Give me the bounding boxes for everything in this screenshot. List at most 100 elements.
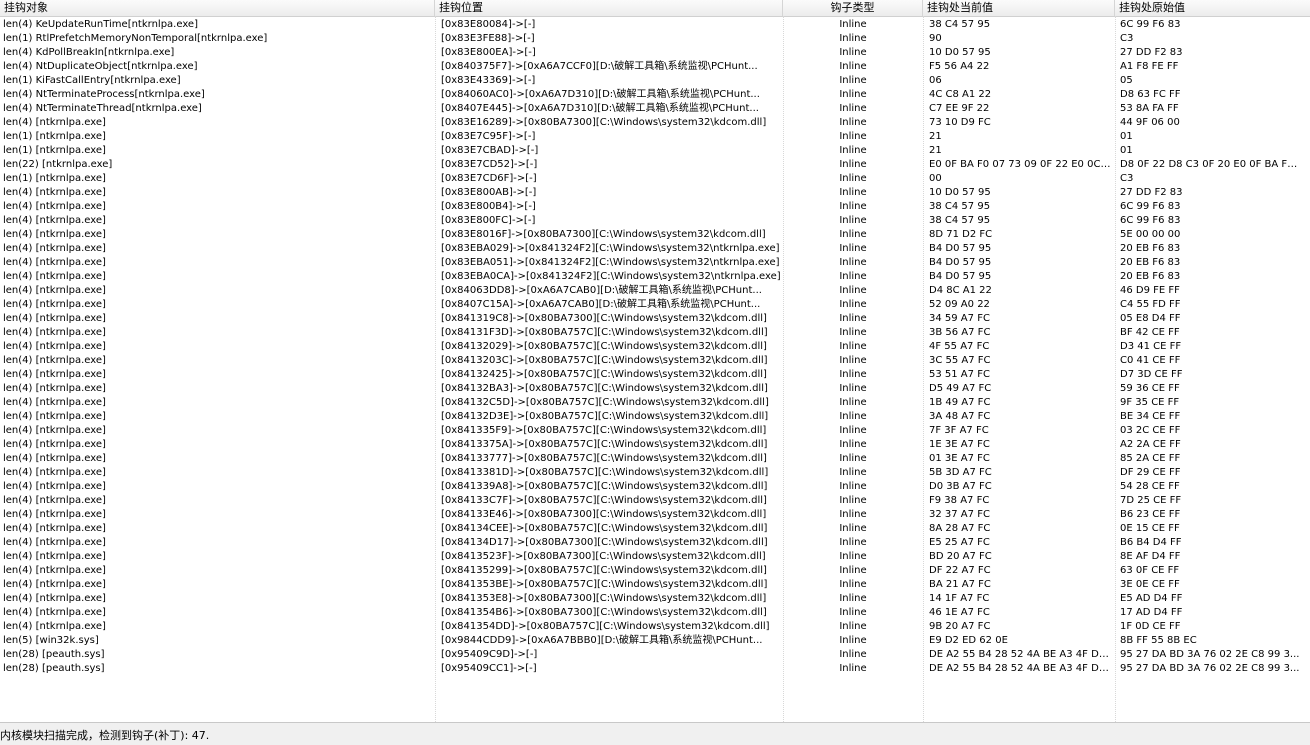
table-row[interactable]: len(4) KeUpdateRunTime[ntkrnlpa.exe] [0x8… — [0, 18, 1310, 32]
original-value-cell: C0 41 CE FF — [1120, 355, 1181, 366]
table-row[interactable]: len(4) [ntkrnlpa.exe] [0x841339A8]->[0x80… — [0, 480, 1310, 494]
hook-type-cell: Inline — [839, 75, 867, 86]
current-value-cell: 46 1E A7 FC — [929, 607, 990, 618]
hook-object-cell: len(4) [ntkrnlpa.exe] — [3, 621, 106, 632]
original-value-cell: B6 B4 D4 FF — [1120, 537, 1182, 548]
table-row[interactable]: len(4) [ntkrnlpa.exe] [0x84131F3D]->[0x80… — [0, 326, 1310, 340]
table-row[interactable]: len(4) [ntkrnlpa.exe] [0x84135299]->[0x80… — [0, 564, 1310, 578]
table-row[interactable]: len(1) [ntkrnlpa.exe] [0x83E7CBAD]->[-] In… — [0, 144, 1310, 158]
column-header-current-value[interactable]: 挂钩处当前值 — [923, 0, 1115, 16]
original-value-cell: 8E AF D4 FF — [1120, 551, 1181, 562]
column-header-hook-object[interactable]: 挂钩对象 — [0, 0, 435, 16]
table-row[interactable]: len(1) RtlPrefetchMemoryNonTemporal[ntkr… — [0, 32, 1310, 46]
hook-location-cell: [0x83E800B4]->[-] — [441, 201, 536, 212]
table-row[interactable]: len(4) KdPollBreakIn[ntkrnlpa.exe] [0x83E… — [0, 46, 1310, 60]
table-row[interactable]: len(4) [ntkrnlpa.exe] [0x841335F9]->[0x80… — [0, 424, 1310, 438]
hook-object-cell: len(4) [ntkrnlpa.exe] — [3, 117, 106, 128]
table-row[interactable]: len(4) [ntkrnlpa.exe] [0x84133C7F]->[0x80… — [0, 494, 1310, 508]
table-row[interactable]: len(4) [ntkrnlpa.exe] [0x84063DD8]->[0xA6… — [0, 284, 1310, 298]
hook-object-cell: len(4) [ntkrnlpa.exe] — [3, 509, 106, 520]
current-value-cell: DE A2 55 B4 28 52 4A BE A3 4F DB... — [929, 663, 1113, 674]
original-value-cell: BF 42 CE FF — [1120, 327, 1180, 338]
hook-object-cell: len(4) KeUpdateRunTime[ntkrnlpa.exe] — [3, 19, 198, 30]
hook-location-cell: [0x84134D17]->[0x80BA7300][C:\Windows\sy… — [441, 537, 768, 548]
table-row[interactable]: len(4) [ntkrnlpa.exe] [0x83E800FC]->[-] In… — [0, 214, 1310, 228]
table-row[interactable]: len(4) [ntkrnlpa.exe] [0x83E16289]->[0x80… — [0, 116, 1310, 130]
table-row[interactable]: len(4) NtTerminateProcess[ntkrnlpa.exe] [… — [0, 88, 1310, 102]
table-row[interactable]: len(4) [ntkrnlpa.exe] [0x83E800B4]->[-] In… — [0, 200, 1310, 214]
original-value-cell: 95 27 DA BD 3A 76 02 2E C8 99 3... — [1120, 649, 1300, 660]
table-row[interactable]: len(4) [ntkrnlpa.exe] [0x841353E8]->[0x80… — [0, 592, 1310, 606]
original-value-cell: 7D 25 CE FF — [1120, 495, 1182, 506]
hook-location-cell: [0x95409C9D]->[-] — [441, 649, 538, 660]
table-row[interactable]: len(4) [ntkrnlpa.exe] [0x8407C15A]->[0xA6… — [0, 298, 1310, 312]
hook-object-cell: len(4) [ntkrnlpa.exe] — [3, 243, 106, 254]
table-row[interactable]: len(4) [ntkrnlpa.exe] [0x8413203C]->[0x80… — [0, 354, 1310, 368]
hook-location-cell: [0x8407C15A]->[0xA6A7CAB0][D:\破解工具箱\系统监视… — [441, 299, 761, 310]
hook-object-cell: len(4) [ntkrnlpa.exe] — [3, 327, 106, 338]
table-row[interactable]: len(1) KiFastCallEntry[ntkrnlpa.exe] [0x8… — [0, 74, 1310, 88]
table-row[interactable]: len(1) [ntkrnlpa.exe] [0x83E7C95F]->[-] In… — [0, 130, 1310, 144]
table-row[interactable]: len(4) [ntkrnlpa.exe] [0x83E800AB]->[-] In… — [0, 186, 1310, 200]
table-row[interactable]: len(28) [peauth.sys] [0x95409C9D]->[-] Inl… — [0, 648, 1310, 662]
table-row[interactable]: len(4) [ntkrnlpa.exe] [0x84133E46]->[0x80… — [0, 508, 1310, 522]
table-row[interactable]: len(4) NtTerminateThread[ntkrnlpa.exe] [0… — [0, 102, 1310, 116]
table-row[interactable]: len(4) [ntkrnlpa.exe] [0x84132D3E]->[0x80… — [0, 410, 1310, 424]
table-row[interactable]: len(4) [ntkrnlpa.exe] [0x84132C5D]->[0x80… — [0, 396, 1310, 410]
current-value-cell: 9B 20 A7 FC — [929, 621, 991, 632]
current-value-cell: 7F 3F A7 FC — [929, 425, 989, 436]
table-row[interactable]: len(28) [peauth.sys] [0x95409CC1]->[-] Inl… — [0, 662, 1310, 676]
hook-location-cell: [0x841353E8]->[0x80BA7300][C:\Windows\sy… — [441, 593, 767, 604]
table-row[interactable]: len(4) [ntkrnlpa.exe] [0x83EBA029]->[0x84… — [0, 242, 1310, 256]
hook-type-cell: Inline — [839, 663, 867, 674]
hook-object-cell: len(4) [ntkrnlpa.exe] — [3, 355, 106, 366]
table-row[interactable]: len(5) [win32k.sys] [0x9844CDD9]->[0xA6A7… — [0, 634, 1310, 648]
hook-location-cell: [0x84131F3D]->[0x80BA757C][C:\Windows\sy… — [441, 327, 768, 338]
table-row[interactable]: len(4) [ntkrnlpa.exe] [0x84134D17]->[0x80… — [0, 536, 1310, 550]
table-row[interactable]: len(4) [ntkrnlpa.exe] [0x84134CEE]->[0x80… — [0, 522, 1310, 536]
table-row[interactable]: len(4) [ntkrnlpa.exe] [0x84132BA3]->[0x80… — [0, 382, 1310, 396]
hook-location-cell: [0x84133777]->[0x80BA757C][C:\Windows\sy… — [441, 453, 767, 464]
hook-type-cell: Inline — [839, 453, 867, 464]
table-row[interactable]: len(4) [ntkrnlpa.exe] [0x83E8016F]->[0x80… — [0, 228, 1310, 242]
hook-type-cell: Inline — [839, 537, 867, 548]
hook-type-cell: Inline — [839, 551, 867, 562]
current-value-cell: 3C 55 A7 FC — [929, 355, 991, 366]
column-header-hook-type[interactable]: 钩子类型 — [783, 0, 923, 16]
table-row[interactable]: len(22) [ntkrnlpa.exe] [0x83E7CD52]->[-] I… — [0, 158, 1310, 172]
table-row[interactable]: len(1) [ntkrnlpa.exe] [0x83E7CD6F]->[-] In… — [0, 172, 1310, 186]
table-row[interactable]: len(4) [ntkrnlpa.exe] [0x841354B6]->[0x80… — [0, 606, 1310, 620]
current-value-cell: 32 37 A7 FC — [929, 509, 990, 520]
table-row[interactable]: len(4) [ntkrnlpa.exe] [0x83EBA051]->[0x84… — [0, 256, 1310, 270]
hook-type-cell: Inline — [839, 355, 867, 366]
column-header-original-value[interactable]: 挂钩处原始值 — [1115, 0, 1310, 16]
table-row[interactable]: len(4) [ntkrnlpa.exe] [0x841319C8]->[0x80… — [0, 312, 1310, 326]
table-row[interactable]: len(4) [ntkrnlpa.exe] [0x83EBA0CA]->[0x84… — [0, 270, 1310, 284]
current-value-cell: B4 D0 57 95 — [929, 243, 992, 254]
table-row[interactable]: len(4) [ntkrnlpa.exe] [0x84132029]->[0x80… — [0, 340, 1310, 354]
original-value-cell: 05 E8 D4 FF — [1120, 313, 1181, 324]
hook-type-cell: Inline — [839, 257, 867, 268]
table-row[interactable]: len(4) NtDuplicateObject[ntkrnlpa.exe] [0… — [0, 60, 1310, 74]
column-header-hook-location[interactable]: 挂钩位置 — [435, 0, 783, 16]
current-value-cell: 01 3E A7 FC — [929, 453, 990, 464]
current-value-cell: 4F 55 A7 FC — [929, 341, 990, 352]
table-row[interactable]: len(4) [ntkrnlpa.exe] [0x84133777]->[0x80… — [0, 452, 1310, 466]
original-value-cell: C3 — [1120, 173, 1134, 184]
current-value-cell: 00 — [929, 173, 942, 184]
table-row[interactable]: len(4) [ntkrnlpa.exe] [0x8413523F]->[0x80… — [0, 550, 1310, 564]
original-value-cell: A1 F8 FE FF — [1120, 61, 1179, 72]
table-row[interactable]: len(4) [ntkrnlpa.exe] [0x84132425]->[0x80… — [0, 368, 1310, 382]
hook-object-cell: len(4) [ntkrnlpa.exe] — [3, 285, 106, 296]
hook-type-cell: Inline — [839, 369, 867, 380]
table-row[interactable]: len(4) [ntkrnlpa.exe] [0x841354DD]->[0x80… — [0, 620, 1310, 634]
current-value-cell: F5 56 A4 22 — [929, 61, 990, 72]
hook-type-cell: Inline — [839, 131, 867, 142]
hook-object-cell: len(1) [ntkrnlpa.exe] — [3, 145, 106, 156]
table-row[interactable]: len(4) [ntkrnlpa.exe] [0x8413381D]->[0x80… — [0, 466, 1310, 480]
table-row[interactable]: len(4) [ntkrnlpa.exe] [0x841353BE]->[0x80… — [0, 578, 1310, 592]
hook-list-view[interactable]: 挂钩对象 挂钩位置 钩子类型 挂钩处当前值 挂钩处原始值 len(4) KeUp… — [0, 0, 1310, 722]
table-row[interactable]: len(4) [ntkrnlpa.exe] [0x8413375A]->[0x80… — [0, 438, 1310, 452]
hook-object-cell: len(4) [ntkrnlpa.exe] — [3, 537, 106, 548]
hook-type-cell: Inline — [839, 89, 867, 100]
